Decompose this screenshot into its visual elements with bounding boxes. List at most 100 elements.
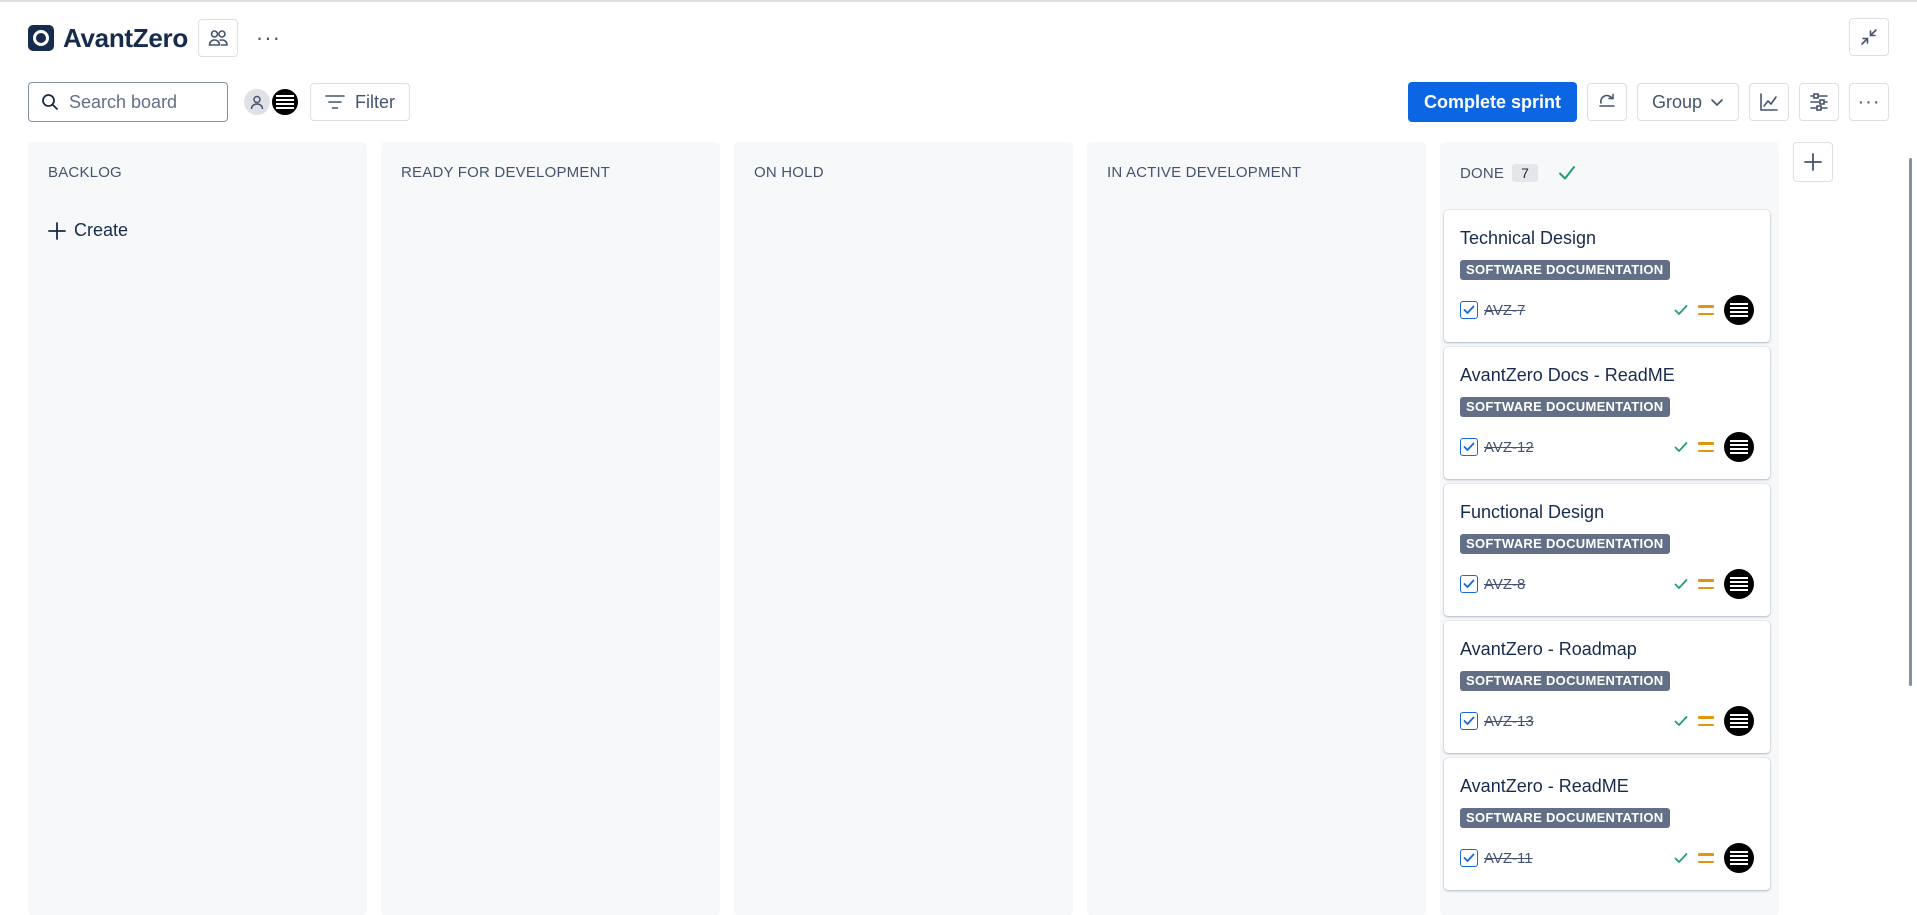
assignee-avatar[interactable] (1724, 843, 1754, 873)
issue-key[interactable]: AVZ-7 (1484, 302, 1525, 319)
board-toolbar: Filter Complete sprint Group ·· (28, 82, 1889, 122)
view-settings-button[interactable] (1799, 83, 1839, 121)
card-footer: AVZ-13 (1460, 706, 1754, 736)
card-label-tag: SOFTWARE DOCUMENTATION (1460, 534, 1670, 554)
chevron-down-icon (1711, 99, 1723, 107)
assignee-avatar[interactable] (1724, 432, 1754, 462)
card-footer: AVZ-8 (1460, 569, 1754, 599)
task-checkbox-icon (1460, 438, 1478, 456)
card-label-tag: SOFTWARE DOCUMENTATION (1460, 808, 1670, 828)
check-icon (1674, 579, 1688, 589)
search-icon (42, 94, 58, 110)
card-title: Functional Design (1460, 502, 1605, 522)
issue-card[interactable]: Functional Design SOFTWARE DOCUMENTATION… (1444, 484, 1770, 616)
collapse-icon (1861, 29, 1877, 45)
insights-button[interactable] (1749, 83, 1789, 121)
card-meta (1674, 569, 1754, 599)
assignee-avatar[interactable] (1724, 569, 1754, 599)
card-footer: AVZ-12 (1460, 432, 1754, 462)
automation-button[interactable] (1586, 83, 1627, 121)
issue-key[interactable]: AVZ-13 (1484, 713, 1534, 730)
assignee-avatar[interactable] (1724, 295, 1754, 325)
board: BACKLOG Create READY FOR DEVELOPMENT ON … (28, 142, 1848, 915)
board-header: AvantZero ··· (28, 18, 281, 58)
card-meta (1674, 706, 1754, 736)
card-footer: AVZ-11 (1460, 843, 1754, 873)
create-issue-button[interactable]: Create (48, 220, 128, 241)
check-icon (1674, 442, 1688, 452)
issue-key[interactable]: AVZ-8 (1484, 576, 1525, 593)
team-button[interactable] (197, 19, 238, 57)
collapse-button[interactable] (1849, 18, 1889, 56)
check-icon (1674, 716, 1688, 726)
top-border (0, 0, 1917, 2)
card-title: AvantZero - Roadmap (1460, 639, 1637, 659)
task-checkbox-icon (1460, 849, 1478, 867)
priority-medium-icon (1698, 716, 1714, 726)
filter-icon (325, 95, 345, 109)
more-icon: ··· (1857, 90, 1881, 113)
user-avatar[interactable] (270, 87, 300, 117)
team-icon (208, 30, 228, 46)
card-label-tag: SOFTWARE DOCUMENTATION (1460, 671, 1670, 691)
card-meta (1674, 432, 1754, 462)
unassigned-avatar[interactable] (242, 87, 272, 117)
issue-card[interactable]: AvantZero Docs - ReadME SOFTWARE DOCUMEN… (1444, 347, 1770, 479)
check-icon (1559, 166, 1576, 180)
task-checkbox-icon (1460, 712, 1478, 730)
group-button[interactable]: Group (1636, 83, 1739, 121)
issue-key[interactable]: AVZ-11 (1484, 850, 1533, 867)
complete-sprint-button[interactable]: Complete sprint (1407, 82, 1577, 122)
column-title: BACKLOG (48, 164, 122, 181)
avatar-mark-icon (276, 95, 294, 109)
search-box[interactable] (28, 82, 228, 122)
card-footer: AVZ-7 (1460, 295, 1754, 325)
project-logo-icon (28, 25, 54, 51)
check-icon (1674, 853, 1688, 863)
more-actions-button[interactable]: ··· (1849, 83, 1889, 121)
issue-count-badge: 7 (1512, 164, 1539, 182)
issue-card[interactable]: AvantZero - ReadME SOFTWARE DOCUMENTATIO… (1444, 758, 1770, 890)
search-input[interactable] (69, 91, 219, 113)
add-column-button[interactable] (1793, 142, 1833, 182)
filter-label: Filter (355, 91, 395, 112)
issue-key[interactable]: AVZ-12 (1484, 439, 1534, 456)
automation-icon (1599, 93, 1615, 107)
column-title: DONE 7 (1460, 164, 1576, 182)
view-settings-icon (1810, 93, 1828, 111)
task-checkbox-icon (1460, 575, 1478, 593)
create-label: Create (74, 220, 129, 240)
plus-icon (48, 221, 66, 240)
task-checkbox-icon (1460, 301, 1478, 319)
scrollbar[interactable] (1909, 158, 1912, 686)
column-title: READY FOR DEVELOPMENT (401, 164, 610, 181)
card-meta (1674, 843, 1754, 873)
card-label-tag: SOFTWARE DOCUMENTATION (1460, 397, 1670, 417)
priority-medium-icon (1698, 853, 1714, 863)
user-icon (250, 95, 264, 110)
group-label: Group (1651, 91, 1702, 112)
column-title: IN ACTIVE DEVELOPMENT (1107, 164, 1302, 181)
assignee-avatar[interactable] (1724, 706, 1754, 736)
card-title: Technical Design (1460, 228, 1597, 248)
toolbar-right: Complete sprint Group ··· (1407, 82, 1889, 122)
column-done: DONE 7 Technical Design SOFTWARE DOCUMEN… (1440, 142, 1779, 915)
card-title: AvantZero - ReadME (1460, 776, 1629, 796)
priority-medium-icon (1698, 442, 1714, 452)
column-backlog: BACKLOG Create (28, 142, 367, 915)
priority-medium-icon (1698, 579, 1714, 589)
column-ready-for-development: READY FOR DEVELOPMENT (381, 142, 720, 915)
check-icon (1674, 305, 1688, 315)
column-title: ON HOLD (754, 164, 824, 181)
column-in-active-development: IN ACTIVE DEVELOPMENT (1087, 142, 1426, 915)
issue-card[interactable]: AvantZero - Roadmap SOFTWARE DOCUMENTATI… (1444, 621, 1770, 753)
plus-icon (1804, 153, 1822, 171)
more-icon[interactable]: ··· (256, 27, 281, 49)
assignee-avatars (242, 87, 300, 117)
project-title: AvantZero (63, 22, 188, 53)
issue-card[interactable]: Technical Design SOFTWARE DOCUMENTATION … (1444, 210, 1770, 342)
filter-button[interactable]: Filter (310, 83, 410, 121)
insights-icon (1760, 93, 1778, 111)
card-meta (1674, 295, 1754, 325)
priority-medium-icon (1698, 305, 1714, 315)
